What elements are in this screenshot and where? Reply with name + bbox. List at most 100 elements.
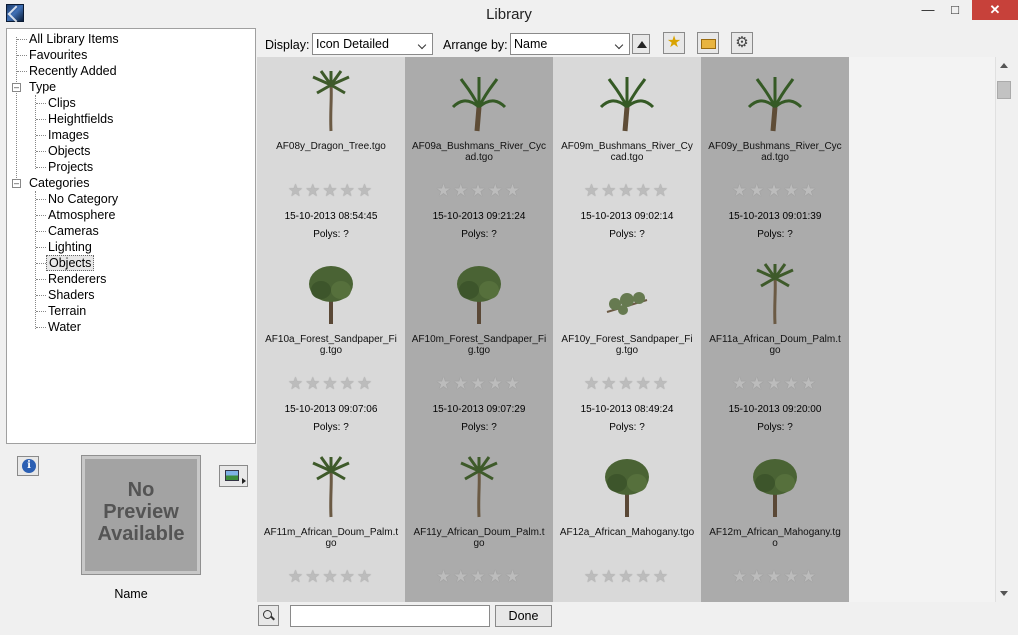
favourite-star-button[interactable]: ★ — [663, 32, 685, 54]
rating-stars[interactable]: ★★★★★ — [279, 374, 383, 393]
mahogany-tree-thumbnail — [605, 459, 649, 517]
item-date: 15-10-2013 09:21:24 — [432, 211, 526, 222]
item-date: 15-10-2013 08:54:45 — [284, 211, 378, 222]
close-button[interactable]: ✕ — [972, 0, 1018, 20]
library-item[interactable]: AF09y_Bushmans_River_Cycad.tgo ★★★★★ 15-10… — [701, 57, 849, 250]
tree-item-category-objects[interactable]: Objects — [46, 255, 95, 271]
maximize-button[interactable]: □ — [940, 0, 970, 20]
scroll-down-icon[interactable] — [1000, 591, 1008, 596]
cycad-thumbnail — [451, 77, 507, 132]
collapse-type-icon[interactable]: – — [12, 83, 21, 92]
tree-connector — [36, 295, 46, 296]
library-item[interactable]: AF10y_Forest_Sandpaper_Fig.tgo ★★★★★ 15-10… — [553, 250, 701, 443]
tree-connector — [36, 199, 46, 200]
tree-item-favourites[interactable]: Favourites — [27, 47, 89, 63]
rating-stars[interactable]: ★★★★★ — [723, 567, 827, 586]
item-polys: Polys: ? — [461, 229, 497, 240]
arrange-by-select[interactable]: Name — [510, 33, 630, 55]
broadleaf-tree-thumbnail — [457, 266, 501, 324]
library-item[interactable]: AF11a_African_Doum_Palm.tgo ★★★★★ 15-10-20… — [701, 250, 849, 443]
item-name: AF09y_Bushmans_River_Cycad.tgo — [708, 141, 842, 163]
vertical-scrollbar[interactable] — [995, 57, 1012, 602]
library-item[interactable]: AF12a_African_Mahogany.tgo★★★★★Polys: ? — [553, 443, 701, 602]
info-icon: i — [22, 459, 36, 473]
library-item[interactable]: AF08y_Dragon_Tree.tgo ★★★★★ 15-10-2013 08:… — [257, 57, 405, 250]
item-polys: Polys: ? — [313, 229, 349, 240]
settings-button[interactable]: ⚙ — [731, 32, 753, 54]
rating-stars[interactable]: ★★★★★ — [279, 181, 383, 200]
rating-stars[interactable]: ★★★★★ — [723, 374, 827, 393]
tree-connector — [17, 55, 27, 56]
done-button[interactable]: Done — [495, 605, 552, 627]
tree-connector — [17, 71, 27, 72]
scroll-thumb[interactable] — [997, 81, 1011, 99]
tree-item-cameras[interactable]: Cameras — [46, 223, 101, 239]
tree-item-lighting[interactable]: Lighting — [46, 239, 94, 255]
item-name: AF09a_Bushmans_River_Cycad.tgo — [412, 141, 546, 163]
search-input[interactable] — [290, 605, 490, 627]
tree-item-categories[interactable]: Categories — [27, 175, 91, 191]
tree-item-recently-added[interactable]: Recently Added — [27, 63, 119, 79]
tree-item-type-objects[interactable]: Objects — [46, 143, 92, 159]
tree-item-shaders[interactable]: Shaders — [46, 287, 97, 303]
rating-stars[interactable]: ★★★★★ — [723, 181, 827, 200]
preview-image-menu-button[interactable] — [219, 465, 248, 487]
menu-arrow-icon — [242, 478, 246, 484]
arrange-by-select-value: Name — [514, 37, 548, 51]
library-item[interactable]: AF12m_African_Mahogany.tgo★★★★★Polys: ? — [701, 443, 849, 602]
item-date: 15-10-2013 09:20:00 — [728, 404, 822, 415]
item-name: AF08y_Dragon_Tree.tgo — [276, 141, 386, 152]
open-folder-button[interactable] — [697, 32, 719, 54]
tree-connector — [17, 39, 27, 40]
item-name: AF10a_Forest_Sandpaper_Fig.tgo — [265, 334, 397, 356]
collapse-categories-icon[interactable]: – — [12, 179, 21, 188]
minimize-button[interactable]: — — [913, 0, 943, 20]
item-name: AF11m_African_Doum_Palm.tgo — [263, 527, 399, 549]
tree-connector — [35, 191, 36, 329]
library-item[interactable]: AF10a_Forest_Sandpaper_Fig.tgo ★★★★★ 15-10… — [257, 250, 405, 443]
tree-item-renderers[interactable]: Renderers — [46, 271, 108, 287]
rating-stars[interactable]: ★★★★★ — [575, 181, 679, 200]
tree-item-atmosphere[interactable]: Atmosphere — [46, 207, 117, 223]
library-tree[interactable]: All Library Items Favourites Recently Ad… — [6, 28, 256, 444]
tree-item-clips[interactable]: Clips — [46, 95, 78, 111]
tree-connector — [36, 167, 46, 168]
library-item[interactable]: AF09a_Bushmans_River_Cycad.tgo ★★★★★ 15-10… — [405, 57, 553, 250]
rating-stars[interactable]: ★★★★★ — [427, 181, 531, 200]
tree-item-water[interactable]: Water — [46, 319, 83, 335]
tree-item-no-category[interactable]: No Category — [46, 191, 120, 207]
info-button[interactable]: i — [17, 456, 39, 476]
tree-item-type[interactable]: Type — [27, 79, 58, 95]
mahogany-tree-thumbnail — [753, 459, 797, 517]
rating-stars[interactable]: ★★★★★ — [427, 567, 531, 586]
preview-name: Name — [114, 587, 148, 601]
library-grid[interactable]: AF08y_Dragon_Tree.tgo ★★★★★ 15-10-2013 08:… — [257, 57, 995, 602]
rating-stars[interactable]: ★★★★★ — [575, 567, 679, 586]
tree-connector — [36, 247, 46, 248]
library-item[interactable]: AF11m_African_Doum_Palm.tgo★★★★★Polys: ? — [257, 443, 405, 602]
tree-item-terrain[interactable]: Terrain — [46, 303, 88, 319]
tree-item-heightfields[interactable]: Heightfields — [46, 111, 115, 127]
rating-stars[interactable]: ★★★★★ — [427, 374, 531, 393]
tree-item-images[interactable]: Images — [46, 127, 91, 143]
item-name: AF09m_Bushmans_River_Cycad.tgo — [561, 141, 693, 163]
chevron-down-icon — [613, 36, 627, 52]
display-select[interactable]: Icon Detailed — [312, 33, 433, 55]
tree-item-all-library-items[interactable]: All Library Items — [27, 31, 121, 47]
library-item[interactable]: AF09m_Bushmans_River_Cycad.tgo ★★★★★ 15-10… — [553, 57, 701, 250]
rating-stars[interactable]: ★★★★★ — [279, 567, 383, 586]
sort-ascending-button[interactable] — [632, 34, 650, 54]
cycad-thumbnail — [747, 77, 803, 132]
tree-connector — [36, 311, 46, 312]
scroll-up-icon[interactable] — [1000, 63, 1008, 68]
library-item[interactable]: AF10m_Forest_Sandpaper_Fig.tgo ★★★★★ 15-10… — [405, 250, 553, 443]
folder-icon — [701, 39, 716, 49]
window-title: Library — [486, 6, 532, 23]
search-button[interactable] — [258, 605, 279, 626]
palm-tree-thumbnail — [312, 70, 350, 132]
image-icon — [225, 470, 239, 481]
library-item[interactable]: AF11y_African_Doum_Palm.tgo★★★★★Polys: ? — [405, 443, 553, 602]
item-polys: Polys: ? — [609, 229, 645, 240]
rating-stars[interactable]: ★★★★★ — [575, 374, 679, 393]
tree-item-projects[interactable]: Projects — [46, 159, 95, 175]
